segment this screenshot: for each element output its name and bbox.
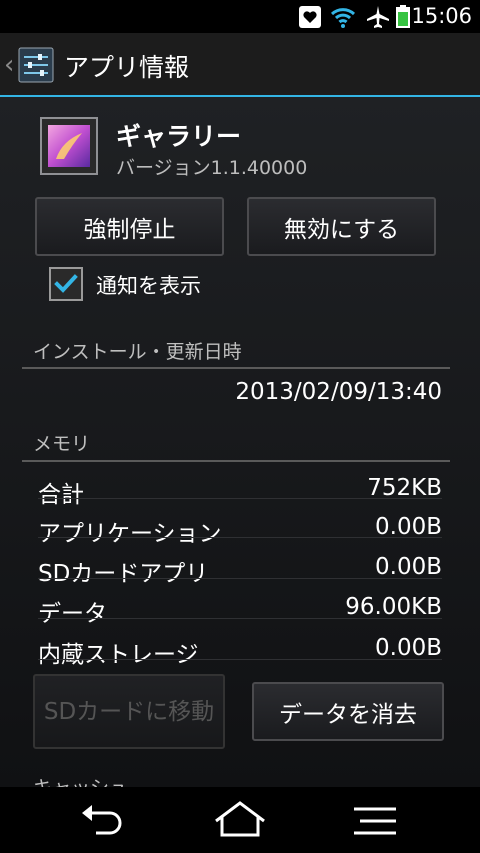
section-divider	[22, 367, 450, 369]
section-divider	[22, 460, 450, 462]
row-divider	[38, 537, 442, 538]
checkmark-icon	[54, 274, 78, 293]
disable-button[interactable]: 無効にする	[247, 197, 436, 256]
show-notifications-label: 通知を表示	[96, 274, 201, 298]
row-divider	[38, 498, 442, 499]
home-button[interactable]	[210, 799, 270, 841]
clear-data-button[interactable]: データを消去	[252, 682, 444, 741]
page-title: アプリ情報	[64, 53, 190, 82]
menu-icon	[354, 807, 396, 835]
action-bar: ‹ アプリ情報	[0, 33, 480, 97]
row-divider	[38, 618, 442, 619]
move-to-sd-button[interactable]: SDカードに移動	[33, 674, 225, 749]
battery-icon	[396, 5, 410, 28]
row-divider	[38, 659, 442, 660]
navigation-bar	[0, 787, 480, 853]
up-navigation[interactable]: ‹	[0, 33, 60, 95]
gallery-app-icon	[40, 117, 98, 175]
install-section-header: インストール・更新日時	[33, 341, 242, 363]
heart-notification-icon	[299, 6, 321, 28]
force-stop-button[interactable]: 強制停止	[35, 197, 224, 256]
back-icon	[82, 805, 122, 835]
gallery-image-icon	[48, 125, 90, 167]
memory-row-label: アプリケーション	[38, 521, 222, 547]
airplane-icon	[367, 6, 389, 28]
clock: 15:06	[411, 4, 472, 28]
memory-row-value: 0.00B	[375, 554, 442, 580]
show-notifications-checkbox[interactable]	[49, 267, 83, 301]
menu-button[interactable]	[348, 799, 408, 841]
app-version: バージョン1.1.40000	[116, 157, 308, 179]
back-button[interactable]	[72, 799, 132, 841]
row-divider	[38, 578, 442, 579]
status-bar: 15:06	[0, 0, 480, 33]
settings-sliders-icon	[18, 47, 54, 83]
memory-row-value: 0.00B	[375, 635, 442, 661]
home-icon	[215, 801, 265, 837]
cache-section-header: キャッシュ	[33, 773, 128, 787]
memory-row-label: SDカードアプリ	[38, 561, 209, 587]
memory-row-label: データ	[38, 601, 107, 627]
memory-row-value: 96.00KB	[345, 594, 442, 620]
app-name: ギャラリー	[116, 122, 242, 151]
memory-section-header: メモリ	[33, 433, 91, 455]
memory-row-label: 内蔵ストレージ	[38, 642, 199, 668]
app-info-content[interactable]: ギャラリー バージョン1.1.40000 強制停止 無効にする 通知を表示 イン…	[0, 97, 480, 787]
wifi-icon	[330, 8, 356, 28]
chevron-left-icon: ‹	[4, 50, 15, 80]
install-datetime: 2013/02/09/13:40	[235, 379, 442, 405]
memory-row-label: 合計	[38, 482, 84, 508]
